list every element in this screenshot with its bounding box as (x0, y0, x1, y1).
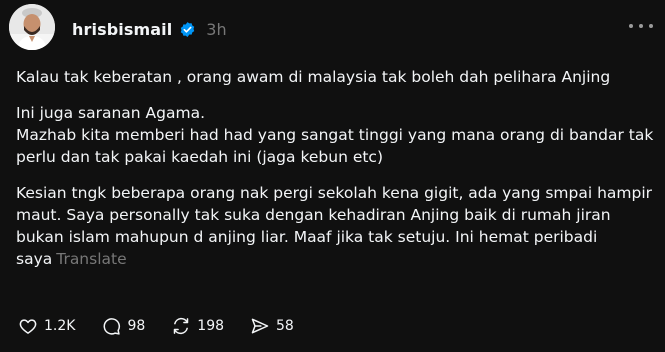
post-paragraph-3: Kesian tngk beberapa orang nak pergi sek… (16, 182, 656, 270)
more-dot (649, 24, 653, 28)
send-icon (251, 318, 269, 334)
more-horizontal-icon[interactable] (629, 20, 653, 32)
post-timestamp: 3h (206, 19, 227, 39)
post-body: Kalau tak keberatan , orang awam di mala… (16, 66, 656, 284)
post-paragraph-1: Kalau tak keberatan , orang awam di mala… (16, 68, 611, 86)
reply-count: 98 (127, 318, 146, 334)
repost-count: 198 (197, 318, 225, 334)
thread-post: hrisbismail 3h Kalau tak keberatan , ora… (0, 0, 665, 352)
more-dot (629, 24, 633, 28)
like-count: 1.2K (44, 318, 76, 334)
avatar[interactable] (9, 4, 55, 50)
username[interactable]: hrisbismail (72, 20, 172, 39)
verified-badge-icon (181, 21, 195, 37)
reply-button[interactable]: 98 (101, 316, 145, 336)
translate-link[interactable]: Translate (56, 250, 126, 268)
repost-icon (174, 317, 189, 335)
post-header: hrisbismail 3h (72, 14, 227, 44)
post-paragraph-2: Ini juga saranan Agama. Mazhab kita memb… (16, 104, 654, 166)
heart-icon (19, 319, 37, 334)
share-count: 58 (276, 318, 294, 334)
comment-bubble-icon (104, 318, 121, 335)
share-button[interactable]: 58 (250, 316, 294, 336)
post-actions: 1.2K 98 198 58 (18, 316, 320, 336)
avatar-image (9, 4, 55, 50)
repost-button[interactable]: 198 (171, 316, 224, 336)
more-dot (639, 24, 643, 28)
like-button[interactable]: 1.2K (18, 316, 75, 336)
